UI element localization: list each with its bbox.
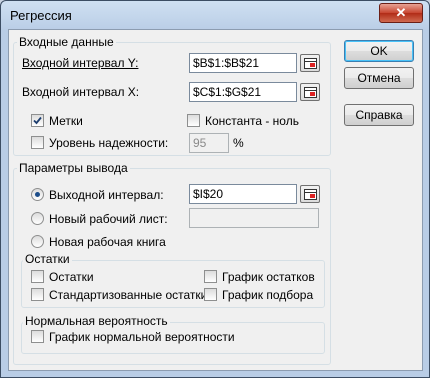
help-button[interactable]: Справка (344, 104, 414, 126)
residuals-checkbox[interactable] (31, 270, 44, 283)
residual-plots-label[interactable]: График остатков (222, 270, 315, 284)
new-workbook-radio[interactable] (31, 235, 44, 248)
new-worksheet-radio[interactable] (31, 212, 44, 225)
normal-probability-group-label: Нормальная вероятность (23, 314, 170, 328)
normal-probability-label[interactable]: График нормальной вероятности (49, 330, 235, 344)
confidence-level-label[interactable]: Уровень надежности: (49, 136, 168, 150)
output-range-radio[interactable] (31, 188, 44, 201)
residuals-label[interactable]: Остатки (49, 270, 94, 284)
input-x-label: Входной интервал X: (22, 85, 140, 99)
line-fit-plots-checkbox[interactable] (204, 288, 217, 301)
dialog-body: Входные данные Входной интервал Y: $B$1:… (8, 29, 423, 371)
output-range-field[interactable]: $I$20 (189, 184, 297, 204)
range-select-icon (304, 189, 317, 200)
window-title: Регрессия (10, 8, 72, 23)
confidence-level-field[interactable]: 95 (189, 133, 229, 153)
ok-button[interactable]: OK (344, 40, 414, 62)
range-select-icon (304, 58, 317, 69)
regression-dialog: Регрессия ✕ Входные данные Входной интер… (0, 0, 430, 378)
new-workbook-label[interactable]: Новая рабочая книга (49, 235, 166, 249)
constant-zero-checkbox[interactable] (187, 114, 200, 127)
line-fit-plots-label[interactable]: График подбора (222, 288, 313, 302)
output-range-button[interactable] (300, 185, 320, 203)
range-select-icon (304, 87, 317, 98)
standardized-residuals-checkbox[interactable] (31, 288, 44, 301)
input-data-label: Входные данные (17, 35, 116, 49)
input-y-field[interactable]: $B$1:$B$21 (189, 53, 297, 73)
title-bar[interactable]: Регрессия ✕ (1, 1, 429, 29)
new-worksheet-field[interactable] (189, 208, 319, 228)
input-y-label: Входной интервал Y: (22, 56, 139, 70)
output-range-label[interactable]: Выходной интервал: (49, 188, 164, 202)
constant-zero-label[interactable]: Константа - ноль (205, 114, 299, 128)
standardized-residuals-label[interactable]: Стандартизованные остатки (49, 288, 207, 302)
normal-probability-checkbox[interactable] (31, 330, 44, 343)
cancel-button[interactable]: Отмена (344, 67, 414, 89)
new-worksheet-label[interactable]: Новый рабочий лист: (49, 212, 168, 226)
labels-checkbox[interactable] (31, 114, 44, 127)
labels-checkbox-label[interactable]: Метки (49, 114, 83, 128)
output-options-label: Параметры вывода (17, 161, 130, 175)
residual-plots-checkbox[interactable] (204, 270, 217, 283)
close-icon: ✕ (395, 5, 407, 20)
confidence-level-checkbox[interactable] (31, 136, 44, 149)
percent-sign: % (233, 136, 244, 150)
input-x-range-button[interactable] (300, 83, 320, 101)
input-y-range-button[interactable] (300, 54, 320, 72)
input-x-field[interactable]: $C$1:$G$21 (189, 82, 297, 102)
close-button[interactable]: ✕ (379, 3, 423, 23)
checkmark-icon (33, 116, 42, 125)
residuals-group-label: Остатки (23, 252, 72, 266)
